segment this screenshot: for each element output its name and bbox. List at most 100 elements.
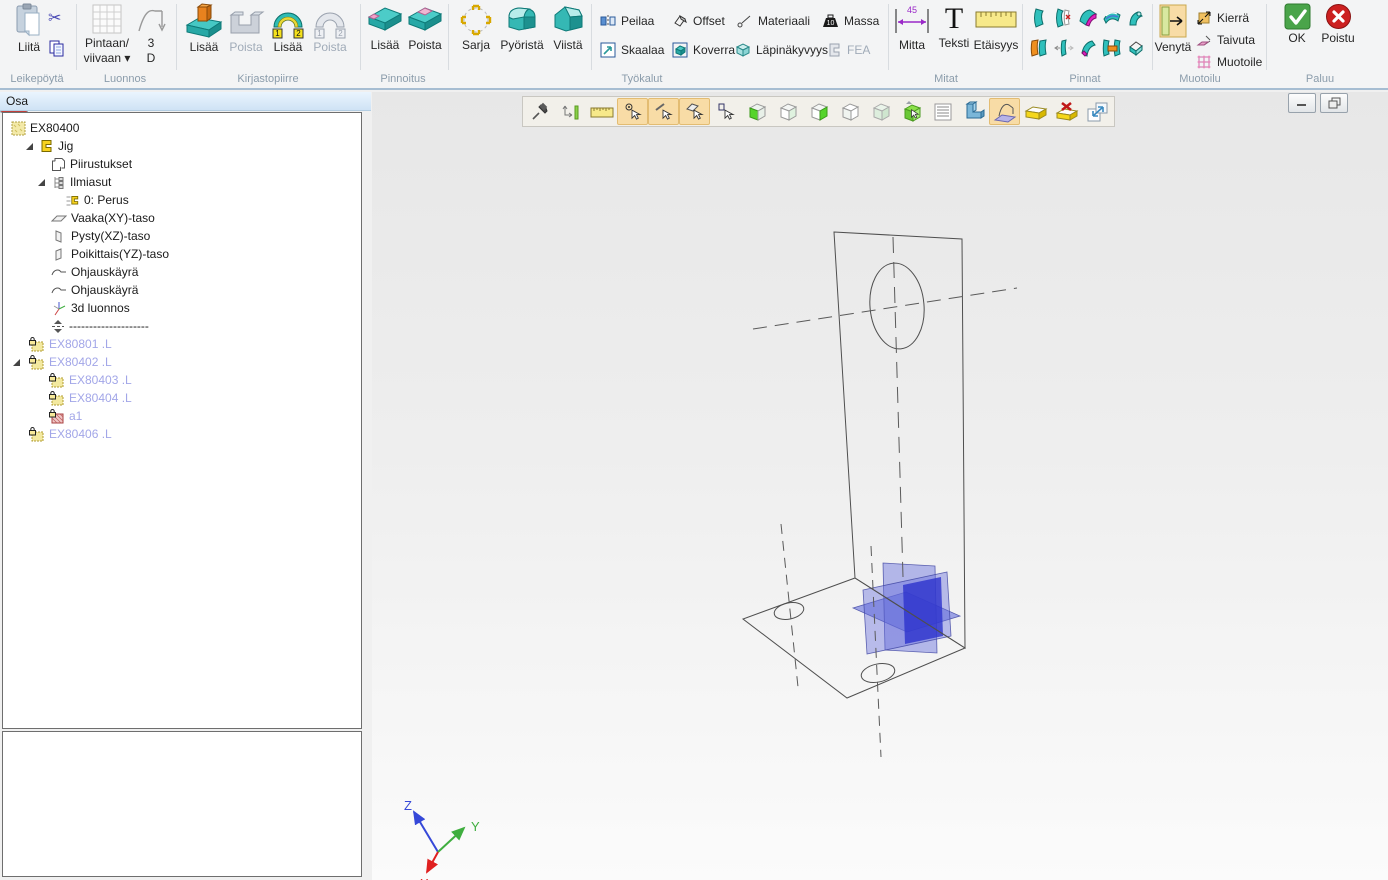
surface-fillet-button[interactable] [1078,8,1098,28]
surface-between-button[interactable] [1102,38,1122,58]
expand-arrow[interactable] [37,178,46,187]
copy-icon [48,39,66,57]
surface-loft-button[interactable] [1102,8,1122,28]
tree-item-a1[interactable]: a1 [48,407,82,425]
scale-button[interactable]: Skaalaa [600,40,664,60]
bend-button[interactable]: Taivuta [1196,30,1255,50]
snap-edge-button[interactable] [648,98,679,125]
minimize-button[interactable] [1288,93,1316,113]
library-remove-arch-button[interactable]: 1 2 Poista [310,3,350,54]
tree-item-guide-curve-1[interactable]: Ohjauskäyrä [51,263,138,281]
swap-view-button[interactable] [1082,98,1113,125]
tree-item-body[interactable]: Jig [39,137,73,155]
material-button[interactable]: Materiaali [737,11,810,31]
restore-icon [1328,97,1341,109]
stretch-button[interactable]: Venytä [1154,3,1192,54]
text-button[interactable]: T Teksti [936,3,972,50]
chamfer-button[interactable]: Viistä [548,3,588,52]
wire-box-button[interactable] [834,98,865,125]
ribbon-separator [360,4,361,70]
sketch-3d-button[interactable]: 3 D [134,3,168,65]
sketch-to-surface-button[interactable]: Pintaan/ viivaan ▾ [82,3,132,65]
tree-item-ex80406[interactable]: EX80406 .L [28,425,112,443]
tree-item-ex80801[interactable]: EX80801 .L [28,335,112,353]
surface-offset-button[interactable] [1054,38,1074,58]
fea-button[interactable]: FEA [826,40,870,60]
hollow-button[interactable]: Koverra [672,40,735,60]
tree-item-sketch-3d[interactable]: 3d luonnos [51,299,130,317]
exit-x-icon [1325,3,1352,30]
dimension-button[interactable]: 45 Mitta [890,3,934,52]
distance-button[interactable]: Etäisyys [972,3,1020,52]
distance-label: Etäisyys [974,39,1019,52]
pin-button[interactable] [524,98,555,125]
axis-y-label: Y [471,819,480,834]
snap-point-button[interactable] [617,98,648,125]
tree-item-ex80402[interactable]: EX80402 .L [28,353,112,371]
offset-button[interactable]: Offset [672,11,725,31]
tree-item-plane-xz[interactable]: Pysty(XZ)-taso [51,227,150,245]
tree-item-config-base[interactable]: 0: Perus [65,191,129,209]
ruler-button[interactable] [586,98,617,125]
select-solid-button[interactable] [896,98,927,125]
sketch-plane-button[interactable] [989,98,1020,125]
snap-face-button[interactable] [679,98,710,125]
library-remove-button[interactable]: Poista [226,3,266,54]
coating-add-button[interactable]: Lisää [366,3,404,52]
feature-list-button[interactable] [927,98,958,125]
ok-button[interactable]: OK [1280,3,1314,45]
section-tray-button[interactable] [1020,98,1051,125]
library-group-label: Kirjastopiirre [237,73,298,85]
expand-arrow[interactable] [12,358,21,367]
expand-arrow[interactable] [25,142,34,151]
side-face-button[interactable] [803,98,834,125]
surface-pair-button[interactable] [1030,38,1050,58]
shaded-box-button[interactable] [865,98,896,125]
surface-corner-button[interactable] [1126,38,1146,58]
feature-tree[interactable]: EX80400 Jig Piirustukset Ilmiasut 0: Per… [2,112,362,729]
tree-rollback-bar[interactable]: -------------------- [51,317,149,335]
transparency-button[interactable]: Läpinäkyvyys [735,40,828,60]
tree-item-guide-curve-2[interactable]: Ohjauskäyrä [51,281,138,299]
mirror-button[interactable]: Peilaa [600,11,654,31]
twist-button[interactable]: Kierrä [1196,8,1249,28]
datum-plane-core [903,577,943,644]
surface-delete-button[interactable] [1054,8,1074,28]
datum-planes[interactable] [853,563,960,654]
tree-item-root[interactable]: EX80400 [11,119,79,137]
svg-text:1: 1 [317,29,322,38]
library-add-button[interactable]: Lisää [184,3,224,54]
surface-trim-button[interactable] [1078,38,1098,58]
select-feature-button[interactable] [710,98,741,125]
mass-button[interactable]: 10 Massa [822,11,879,31]
open-box-button[interactable] [772,98,803,125]
tree-item-plane-yz[interactable]: Poikittais(YZ)-taso [51,245,169,263]
part-panel-title: Osa [0,92,371,111]
tree-item-configurations[interactable]: Ilmiasut [51,173,111,191]
tree-item-plane-xy[interactable]: Vaaka(XY)-taso [51,209,155,227]
measure-mode-button[interactable] [555,98,586,125]
surface-bend-button[interactable] [1126,8,1146,28]
cut-button[interactable]: ✂ [48,8,61,28]
surface-plane-button[interactable] [1030,8,1050,28]
series-button[interactable]: Sarja [456,3,496,52]
round-button[interactable]: Pyöristä [498,3,546,52]
shape-button[interactable]: Muotoile [1196,52,1262,72]
model-scene[interactable]: Z Y X [372,90,1388,880]
shaded-face-button[interactable] [741,98,772,125]
secondary-panel[interactable] [2,731,362,877]
coating-remove-button[interactable]: Poista [406,3,444,52]
restore-button[interactable] [1320,93,1348,113]
tree-item-ex80403[interactable]: EX80403 .L [48,371,132,389]
surface-pair-icon [1030,37,1050,59]
select-solid-icon [901,100,923,124]
paste-button[interactable]: Liitä [8,3,50,54]
solid-view-button[interactable] [958,98,989,125]
exit-button[interactable]: Poistu [1318,3,1358,45]
library-add-arch-button[interactable]: 1 2 Lisää [268,3,308,54]
tree-item-drawings[interactable]: Piirustukset [51,155,132,173]
tree-item-ex80404[interactable]: EX80404 .L [48,389,132,407]
side-face-icon [808,101,830,123]
copy-button[interactable] [48,38,66,58]
delete-section-button[interactable] [1051,98,1082,125]
